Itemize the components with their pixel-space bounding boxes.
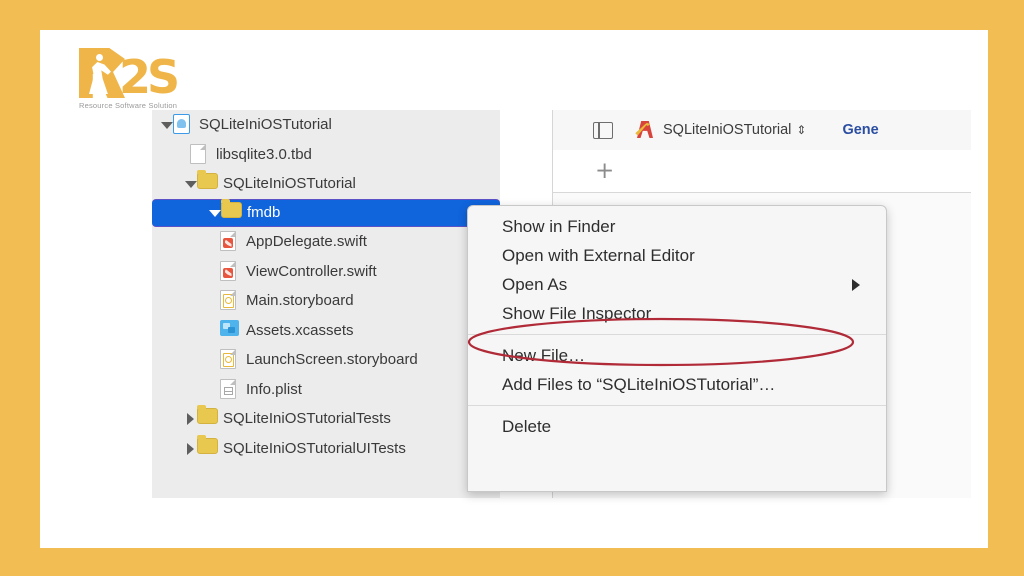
tree-row-label: SQLiteIniOSTutorial (223, 175, 356, 193)
menu-item-label: Open As (502, 274, 568, 294)
logo-mark: 2 S (79, 48, 180, 104)
project-file-icon (173, 114, 192, 135)
disclosure-triangle-down-icon[interactable] (160, 118, 173, 131)
menu-item-new-file[interactable]: New File… (468, 341, 886, 370)
folder-icon (197, 408, 218, 429)
tree-row-project[interactable]: SQLiteIniOSTutorial (152, 110, 500, 140)
xcode-subbar: + (552, 150, 971, 193)
white-content-card: 2 S Resource Software Solution SQLiteIni… (40, 30, 988, 548)
disclosure-triangle-down-icon[interactable] (208, 206, 221, 219)
menu-item-label: Open with External Editor (502, 245, 695, 265)
scheme-name-label[interactable]: SQLiteIniOSTutorial (663, 122, 791, 138)
tab-general[interactable]: Gene (842, 122, 878, 138)
disclosure-triangle-down-icon[interactable] (184, 177, 197, 190)
tree-row-libsqlite[interactable]: libsqlite3.0.tbd (152, 140, 500, 170)
project-navigator: SQLiteIniOSTutorial libsqlite3.0.tbd SQL… (152, 110, 500, 498)
logo-2-character: 2 (119, 50, 151, 104)
tree-row-group-folder[interactable]: SQLiteIniOSTutorial (152, 169, 500, 199)
menu-item-show-file-inspector[interactable]: Show File Inspector (468, 299, 886, 328)
logo-tagline: Resource Software Solution (79, 101, 178, 110)
menu-item-label: New File… (502, 345, 586, 365)
tree-row-fmdb-selected[interactable]: fmdb (152, 198, 500, 227)
menu-separator (468, 405, 886, 406)
tree-row-appdelegate[interactable]: AppDelegate.swift (152, 227, 500, 257)
tree-row-label: SQLiteIniOSTutorialTests (223, 410, 391, 428)
logo-s-character: S (147, 50, 181, 104)
sidebar-toggle-icon[interactable] (593, 121, 613, 139)
folder-icon (221, 202, 242, 223)
tree-row-label: AppDelegate.swift (246, 233, 367, 251)
chevron-updown-icon[interactable]: ⇕ (796, 124, 806, 136)
assets-catalog-icon (220, 319, 239, 341)
menu-item-add-files[interactable]: Add Files to “SQLiteIniOSTutorial”… (468, 370, 886, 399)
disclosure-triangle-right-icon[interactable] (184, 412, 197, 426)
disclosure-triangle-right-icon[interactable] (184, 442, 197, 455)
tree-row-label: LaunchScreen.storyboard (246, 351, 418, 369)
tree-row-uitests[interactable]: SQLiteIniOSTutorialUITests (152, 434, 500, 464)
tree-row-label: SQLiteIniOSTutorial (199, 116, 332, 134)
tree-row-label: fmdb (247, 204, 281, 222)
menu-item-label: Delete (502, 416, 552, 436)
tree-row-viewcontroller[interactable]: ViewController.swift (152, 257, 500, 287)
tree-row-tests[interactable]: SQLiteIniOSTutorialTests (152, 404, 500, 434)
context-menu: Show in Finder Open with External Editor… (467, 205, 887, 492)
slide-root: 2 S Resource Software Solution SQLiteIni… (0, 0, 1024, 576)
menu-item-label: Add Files to “SQLiteIniOSTutorial”… (502, 374, 776, 394)
logo-person-icon (87, 54, 117, 96)
menu-item-delete[interactable]: Delete (468, 412, 886, 441)
folder-icon (197, 437, 218, 459)
tree-row-assets[interactable]: Assets.xcassets (152, 316, 500, 346)
menu-item-open-as[interactable]: Open As (468, 270, 886, 299)
swift-file-icon (220, 231, 239, 252)
tree-row-label: ViewController.swift (246, 262, 377, 280)
menu-item-label: Show File Inspector (502, 303, 652, 323)
menu-separator (468, 334, 886, 335)
xcode-project-icon (635, 121, 655, 139)
add-button[interactable]: + (595, 160, 614, 183)
menu-item-show-in-finder[interactable]: Show in Finder (468, 212, 886, 241)
tree-row-infoplist[interactable]: Info.plist (152, 375, 500, 405)
swift-file-icon (220, 260, 239, 282)
tree-row-launchscreen[interactable]: LaunchScreen.storyboard (152, 345, 500, 375)
storyboard-file-icon (220, 290, 239, 311)
tree-row-main-storyboard[interactable]: Main.storyboard (152, 286, 500, 316)
tree-row-label: Assets.xcassets (246, 321, 354, 339)
plist-file-icon (220, 378, 239, 400)
tree-row-label: Main.storyboard (246, 292, 354, 310)
folder-icon (197, 173, 218, 194)
tree-row-label: libsqlite3.0.tbd (216, 145, 312, 163)
tree-row-label: Info.plist (246, 380, 302, 398)
submenu-arrow-icon (852, 279, 860, 291)
menu-item-open-with-external-editor[interactable]: Open with External Editor (468, 241, 886, 270)
xcode-toolbar: SQLiteIniOSTutorial ⇕ Gene (552, 110, 971, 151)
menu-item-label: Show in Finder (502, 216, 616, 236)
blank-page-icon (190, 143, 209, 165)
tree-row-label: SQLiteIniOSTutorialUITests (223, 439, 406, 457)
storyboard-file-icon (220, 349, 239, 370)
